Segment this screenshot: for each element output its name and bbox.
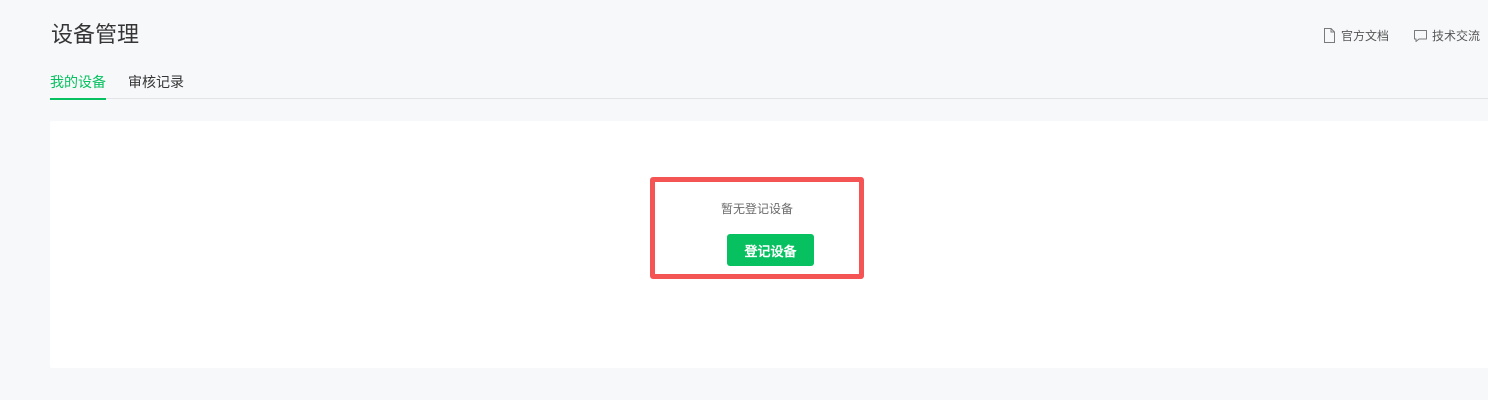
device-management-page: 设备管理 官方文档 技术交流 我的设备 审核记录 暂无登记设备 登记设备 bbox=[0, 0, 1488, 400]
register-device-button[interactable]: 登记设备 bbox=[727, 234, 814, 266]
empty-state-message: 暂无登记设备 bbox=[720, 202, 793, 216]
tab-review-records[interactable]: 审核记录 bbox=[128, 73, 184, 99]
document-icon bbox=[1322, 27, 1337, 44]
page-title: 设备管理 bbox=[51, 23, 140, 48]
tech-discussion-link[interactable]: 技术交流 bbox=[1413, 27, 1480, 44]
tab-my-devices[interactable]: 我的设备 bbox=[50, 73, 106, 100]
official-docs-label: 官方文档 bbox=[1341, 29, 1390, 43]
tech-discussion-label: 技术交流 bbox=[1432, 29, 1481, 43]
official-docs-link[interactable]: 官方文档 bbox=[1322, 27, 1389, 44]
header-links: 官方文档 技术交流 bbox=[1322, 27, 1480, 44]
chat-bubble-icon bbox=[1413, 27, 1428, 44]
tab-bar: 我的设备 审核记录 bbox=[50, 73, 1488, 100]
